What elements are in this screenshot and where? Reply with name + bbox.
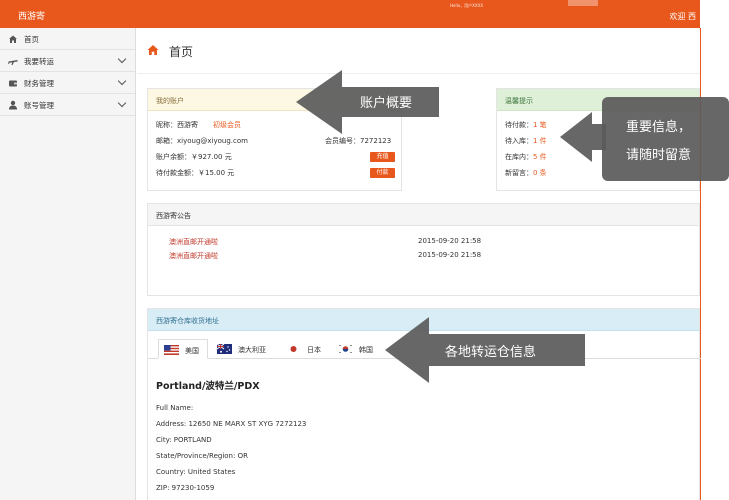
top-bar: 西游寄 Hello，用户XXXX 欢迎 西 bbox=[0, 0, 700, 28]
warehouse-title: Portland/波特兰/PDX bbox=[156, 381, 260, 392]
tab-label: 韩国 bbox=[359, 346, 373, 354]
sidebar-item-transship[interactable]: 我要转运 bbox=[0, 50, 135, 72]
us-flag-icon bbox=[164, 345, 179, 355]
callout-reminder-line1: 重要信息， bbox=[626, 120, 692, 135]
notice-date: 2015-09-20 21:58 bbox=[418, 237, 482, 245]
sidebar-item-label: 我要转运 bbox=[24, 57, 54, 66]
reminder-value: 1 笔 bbox=[533, 121, 547, 129]
sidebar-item-account[interactable]: 账号管理 bbox=[0, 94, 135, 116]
japan-flag-icon bbox=[286, 344, 301, 354]
page-title: 首页 bbox=[169, 45, 194, 59]
page-header: 首页 bbox=[137, 28, 700, 74]
notice-link[interactable]: 澳洲直邮开通啦 bbox=[169, 237, 218, 247]
reminder-row-pending[interactable]: 待付款：1 笔 bbox=[505, 120, 547, 130]
address-state: State/Province/Region: OR bbox=[156, 452, 248, 460]
sidebar-item-home[interactable]: 首页 bbox=[0, 28, 135, 50]
callout-reminder-line2: 请随时留意 bbox=[626, 148, 692, 163]
reminder-label: 待付款： bbox=[505, 121, 533, 129]
address-full-name: Full Name: bbox=[156, 404, 194, 412]
nickname-text: 昵称：西游寄 bbox=[156, 121, 198, 129]
chevron-down-icon bbox=[117, 98, 127, 108]
callout-warehouse-text: 各地转运仓信息 bbox=[445, 345, 537, 360]
home-icon bbox=[9, 35, 17, 43]
reminder-value: 1 件 bbox=[533, 137, 547, 145]
email-text: 邮箱：xiyoug@xiyoug.com bbox=[156, 137, 248, 145]
address-zip: ZIP: 97230-1059 bbox=[156, 484, 215, 492]
pay-button[interactable]: 付款 bbox=[370, 168, 395, 178]
chevron-down-icon bbox=[117, 76, 127, 86]
wallet-icon bbox=[9, 80, 17, 87]
topbar-user-text: Hello，用户XXXX bbox=[450, 3, 484, 8]
australia-flag-icon bbox=[217, 344, 232, 354]
right-margin bbox=[700, 0, 729, 500]
address-city: City: PORTLAND bbox=[156, 436, 212, 444]
address-street: Address: 12650 NE MARX ST XYG 7272123 bbox=[156, 420, 307, 428]
sidebar-item-finance[interactable]: 财务管理 bbox=[0, 72, 135, 94]
tab-korea[interactable]: 韩国 bbox=[333, 339, 383, 359]
tab-label: 澳大利亚 bbox=[238, 346, 266, 354]
tab-usa[interactable]: 美国 bbox=[158, 339, 208, 359]
tab-label: 日本 bbox=[307, 346, 321, 354]
pending-payment-text: 待付款金额：￥15.00 元 bbox=[156, 169, 235, 177]
callout-arrow-reminder bbox=[560, 112, 606, 162]
reminder-label: 待入库： bbox=[505, 137, 533, 145]
sidebar-item-label: 财务管理 bbox=[24, 79, 54, 88]
korea-flag-icon bbox=[338, 344, 353, 354]
member-level-badge: 初级会员 bbox=[213, 121, 241, 129]
sidebar-item-label: 首页 bbox=[24, 35, 39, 44]
sidebar-item-label: 账号管理 bbox=[24, 101, 54, 110]
user-icon bbox=[9, 100, 17, 110]
sidebar: 首页 我要转运 财务管理 账号管理 bbox=[0, 28, 136, 500]
topbar-tab-marker bbox=[568, 0, 598, 6]
reminder-row-messages[interactable]: 新留言：0 条 bbox=[505, 168, 547, 178]
reminder-row-incoming[interactable]: 待入库：1 件 bbox=[505, 136, 547, 146]
chevron-down-icon bbox=[117, 54, 127, 64]
address-country: Country: United States bbox=[156, 468, 236, 476]
reminder-value: 0 条 bbox=[533, 169, 547, 177]
reminder-label: 新留言： bbox=[505, 169, 533, 177]
tab-australia[interactable]: 澳大利亚 bbox=[212, 339, 276, 359]
screen: 西游寄 Hello，用户XXXX 欢迎 西 首页 我要转运 财务管理 账号管理 bbox=[0, 0, 729, 500]
panel-heading: 西游寄公告 bbox=[148, 204, 699, 226]
home-icon bbox=[147, 45, 159, 55]
reminder-row-in-stock[interactable]: 在库内：5 件 bbox=[505, 152, 547, 162]
balance-text: 账户余额：￥927.00 元 bbox=[156, 153, 232, 161]
notice-link[interactable]: 澳洲直邮开通啦 bbox=[169, 251, 218, 261]
tab-japan[interactable]: 日本 bbox=[281, 339, 331, 359]
notice-date: 2015-09-20 21:58 bbox=[418, 251, 482, 259]
recharge-button[interactable]: 充值 bbox=[370, 152, 395, 162]
member-number: 会员编号：7272123 bbox=[325, 137, 392, 145]
reminder-label: 在库内： bbox=[505, 153, 533, 161]
notice-panel: 西游寄公告 澳洲直邮开通啦 2015-09-20 21:58 澳洲直邮开通啦 2… bbox=[147, 203, 700, 296]
welcome-text[interactable]: 欢迎 西 bbox=[669, 11, 696, 22]
brand-logo[interactable]: 西游寄 bbox=[18, 9, 45, 22]
reminder-value: 5 件 bbox=[533, 153, 547, 161]
callout-reminder: 重要信息， 请随时留意 bbox=[602, 97, 729, 181]
tab-label: 美国 bbox=[185, 347, 199, 355]
callout-account-text: 账户概要 bbox=[360, 96, 413, 111]
airplane-icon bbox=[8, 60, 18, 65]
